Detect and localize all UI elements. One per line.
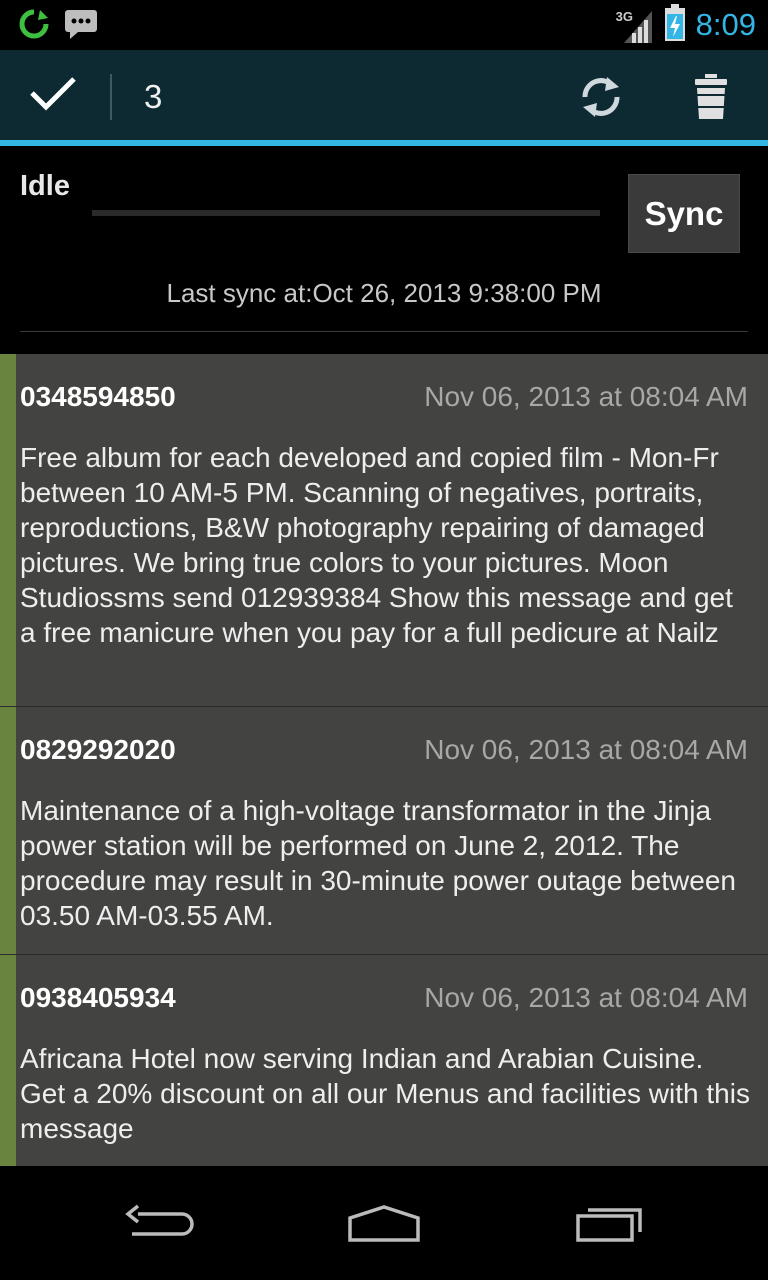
message-date: Nov 06, 2013 at 08:04 AM (424, 734, 748, 765)
message-body: Free album for each developed and copied… (20, 442, 733, 648)
refresh-icon (577, 73, 625, 125)
signal-icon: 3G (614, 5, 654, 45)
message-sender: 0829292020 (20, 734, 176, 765)
checkmark-icon (28, 73, 78, 117)
home-button[interactable] (329, 1196, 439, 1256)
contextual-action-bar: 3 (0, 50, 768, 140)
sync-status-label: Idle (20, 170, 70, 202)
message-body: Africana Hotel now serving Indian and Ar… (20, 1043, 750, 1144)
sync-progress-bar (92, 210, 600, 216)
navigation-bar (0, 1166, 768, 1280)
status-bar: 3G 8:09 (0, 0, 768, 50)
selection-indicator (0, 354, 16, 706)
back-icon (124, 1204, 194, 1248)
recent-apps-icon (574, 1204, 646, 1248)
message-sender: 0348594850 (20, 381, 176, 412)
list-item[interactable]: 0938405934 Nov 06, 2013 at 08:04 AM Afri… (0, 955, 768, 1167)
last-sync-label: Last sync at:Oct 26, 2013 9:38:00 PM (166, 278, 602, 308)
trash-icon (693, 74, 729, 124)
delete-button[interactable] (676, 64, 746, 134)
battery-charging-icon (664, 4, 686, 46)
status-clock: 8:09 (695, 7, 756, 42)
done-button[interactable] (10, 60, 96, 130)
list-item[interactable]: 0829292020 Nov 06, 2013 at 08:04 AM Main… (0, 707, 768, 955)
selection-indicator (0, 707, 16, 954)
sync-circle-icon (18, 8, 50, 44)
selection-indicator (0, 955, 16, 1166)
home-icon (346, 1204, 422, 1248)
sync-panel: Idle Sync Last sync at:Oct 26, 2013 9:38… (0, 146, 768, 354)
selection-count: 3 (144, 78, 163, 115)
list-item[interactable]: 0348594850 Nov 06, 2013 at 08:04 AM Free… (0, 354, 768, 707)
action-bar-divider (110, 74, 112, 120)
message-list: 0348594850 Nov 06, 2013 at 08:04 AM Free… (0, 354, 768, 1167)
back-button[interactable] (104, 1196, 214, 1256)
message-sender: 0938405934 (20, 982, 176, 1013)
message-date: Nov 06, 2013 at 08:04 AM (424, 381, 748, 412)
message-date: Nov 06, 2013 at 08:04 AM (424, 982, 748, 1013)
recent-apps-button[interactable] (555, 1196, 665, 1256)
chat-icon (64, 8, 98, 44)
sync-button[interactable]: Sync (628, 174, 740, 253)
message-body: Maintenance of a high-voltage transforma… (20, 795, 736, 931)
divider (20, 331, 748, 332)
refresh-button[interactable] (566, 64, 636, 134)
